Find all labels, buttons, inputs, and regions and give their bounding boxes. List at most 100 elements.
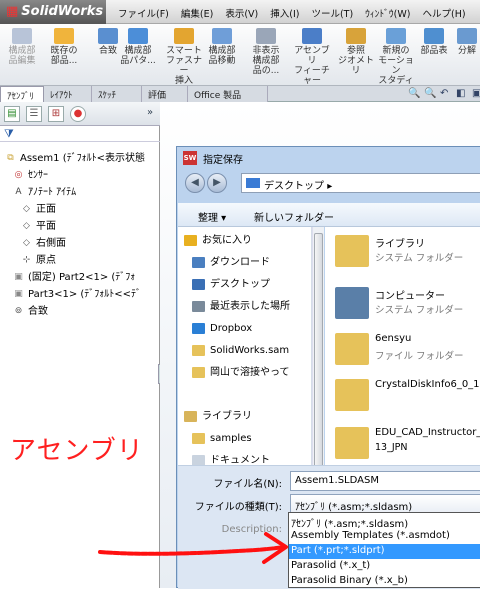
tree-item[interactable]: ⊚ 合致 — [0, 303, 160, 320]
nav-item[interactable]: ライブラリ — [178, 407, 312, 427]
folder-icon — [335, 235, 369, 267]
menu-help[interactable]: ヘルプ(H) — [416, 0, 471, 24]
menu-file[interactable]: ファイル(F) — [112, 0, 175, 24]
tree-item[interactable]: ▣ Part3<1> (ﾃﾞﾌｫﾙﾄ<<ﾃﾞ — [0, 286, 160, 303]
filetype-option[interactable]: Parasolid Binary (*.x_b) — [289, 574, 480, 589]
file-item[interactable]: CrystalDiskInfo6_0_1 — [325, 375, 480, 417]
nav-item[interactable]: 最近表示した場所 — [178, 297, 312, 317]
file-item[interactable]: EDU_CAD_Instructor_ 13_JPN — [325, 423, 480, 465]
filetype-option[interactable]: ｱｾﾝﾌﾞﾘ (*.asm;*.sldasm) — [289, 514, 480, 529]
breadcrumb-chevron-icon[interactable]: ▸ — [327, 181, 332, 192]
ribbon-button-label: 既存の 部品... — [50, 46, 78, 66]
address-text: デスクトップ — [264, 181, 324, 192]
tree-item[interactable]: ◇ 右側面 — [0, 235, 160, 252]
expand-panel-icon[interactable]: » — [142, 106, 158, 122]
command-manager: 構成部 品編集 既存の 部品... 合致 構成部 品パタ... スマート ファスナー 挿… — [0, 24, 480, 86]
tab-office[interactable]: Office 製品 — [188, 86, 268, 102]
address-bar[interactable]: デスクトップ ▸ — [241, 173, 480, 193]
menu-edit[interactable]: 編集(E) — [175, 0, 219, 24]
nav-item[interactable]: 岡山で溶接やって — [178, 363, 312, 383]
filter-icon[interactable]: ⧩ — [4, 127, 14, 141]
tree-item[interactable]: A ｱﾉﾃｰﾄ ｱｲﾃﾑ — [0, 184, 160, 201]
filetype-option[interactable]: Part (*.prt;*.sldprt) — [289, 544, 480, 559]
file-type: システム フォルダー — [375, 305, 464, 316]
file-item[interactable]: 6ensyu ファイル フォルダー — [325, 329, 480, 371]
ribbon-button-label: 構成部 品編集 — [8, 46, 36, 66]
computer-icon — [335, 287, 369, 319]
filetype-option[interactable]: Parasolid (*.x_t) — [289, 559, 480, 574]
property-manager-icon[interactable]: ☰ — [26, 106, 42, 122]
ribbon-tool-icon — [256, 28, 276, 44]
configuration-manager-icon[interactable]: ⊞ — [48, 106, 64, 122]
file-type: ファイル フォルダー — [375, 351, 464, 362]
nav-item-label: 最近表示した場所 — [210, 301, 290, 312]
red-arrow-annotation — [98, 532, 288, 564]
tab-sketch[interactable]: ｽｹｯﾁ — [92, 86, 142, 102]
folder-icon — [192, 432, 205, 444]
recent-icon — [192, 300, 205, 312]
ribbon-button-3[interactable]: 構成部 品パタ... — [118, 28, 158, 66]
file-item[interactable]: ライブラリ システム フォルダー — [325, 231, 480, 273]
ribbon-button-7[interactable]: アセンブリ フィーチャー — [290, 28, 334, 86]
file-item[interactable]: コンピューターシステム フォルダー — [325, 283, 480, 325]
nav-item[interactable]: SolidWorks.sam — [178, 341, 312, 361]
menu-bar: ファイル(F) 編集(E) 表示(V) 挿入(I) ツール(T) ｳｨﾝﾄﾞｳ(… — [112, 0, 472, 24]
tree-item[interactable]: ◇ 正面 — [0, 201, 160, 218]
filetype-option[interactable]: Assembly Templates (*.asmdot) — [289, 529, 480, 544]
nav-item[interactable]: お気に入り — [178, 231, 312, 251]
nav-item[interactable]: ダウンロード — [178, 253, 312, 273]
zoom-fit-icon[interactable]: 🔍 — [408, 88, 420, 100]
organize-button[interactable]: 整理 ▾ — [198, 209, 226, 224]
file-type: 13_JPN — [375, 442, 408, 453]
filename-input[interactable]: Assem1.SLDASM — [290, 471, 480, 491]
ribbon-button-10[interactable]: 部品表 — [414, 28, 454, 56]
scrollbar-thumb[interactable] — [314, 233, 323, 481]
file-name: CrystalDiskInfo6_0_1 — [375, 379, 480, 390]
tab-evaluate[interactable]: 評価 — [142, 86, 188, 102]
nav-item[interactable]: Dropbox — [178, 319, 312, 339]
tree-item[interactable]: ⧉ Assem1 (ﾃﾞﾌｫﾙﾄ<表示状態 — [0, 150, 160, 167]
back-button[interactable]: ◀ — [185, 173, 205, 193]
feature-tree-icon[interactable]: ▤ — [4, 106, 20, 122]
menu-view[interactable]: 表示(V) — [219, 0, 264, 24]
previous-view-icon[interactable]: ↶ — [440, 88, 452, 100]
section-view-icon[interactable]: ◧ — [456, 88, 468, 100]
ribbon-button-9[interactable]: 新規の モーション スタディ — [374, 28, 418, 86]
tab-assembly[interactable]: ｱｾﾝﾌﾞﾘ — [0, 86, 44, 102]
appearance-icon[interactable]: ● — [70, 106, 86, 122]
nav-item[interactable]: デスクトップ — [178, 275, 312, 295]
tree-item[interactable]: ▣ (固定) Part2<1> (ﾃﾞﾌｫ — [0, 269, 160, 286]
tab-layout[interactable]: ﾚｲｱｳﾄ — [44, 86, 92, 102]
ribbon-button-1[interactable]: 既存の 部品... — [44, 28, 84, 66]
zoom-area-icon[interactable]: 🔍 — [424, 88, 436, 100]
ribbon-button-8[interactable]: 参照 ジオメトリ — [334, 28, 378, 76]
navigation-scrollbar[interactable] — [312, 227, 324, 499]
nav-item-label: samples — [210, 433, 252, 444]
ribbon-tool-icon — [212, 28, 232, 44]
view-orientation-icon[interactable]: ▣ — [472, 88, 480, 100]
nav-item-label: デスクトップ — [210, 279, 270, 290]
forward-button[interactable]: ▶ — [207, 173, 227, 193]
tree-item[interactable]: ⊹ 原点 — [0, 252, 160, 269]
nav-item[interactable]: samples — [178, 429, 312, 449]
new-folder-button[interactable]: 新しいフォルダー — [254, 209, 334, 224]
menu-tools[interactable]: ツール(T) — [305, 0, 359, 24]
file-name: コンピューター — [375, 291, 445, 302]
ribbon-button-6[interactable]: 非表示 構成部 品の... — [244, 28, 288, 76]
menu-window[interactable]: ｳｨﾝﾄﾞｳ(W) — [359, 0, 416, 24]
tree-item-label: (固定) Part2<1> (ﾃﾞﾌｫ — [28, 272, 136, 283]
tree-item-label: 合致 — [28, 306, 48, 317]
tree-item[interactable]: ◎ ｾﾝｻｰ — [0, 167, 160, 184]
sensor-icon: ◎ — [14, 169, 23, 180]
menu-insert[interactable]: 挿入(I) — [264, 0, 305, 24]
ribbon-button-0[interactable]: 構成部 品編集 — [2, 28, 42, 66]
solidworks-logo-icon: ▦ — [6, 4, 19, 19]
file-name: EDU_CAD_Instructor_ — [375, 427, 480, 438]
panel-toolbar: ▤ ☰ ⊞ ● » — [0, 102, 160, 126]
tree-item[interactable]: ◇ 平面 — [0, 218, 160, 235]
ribbon-button-5[interactable]: 構成部 品移動 — [200, 28, 244, 66]
filetype-select[interactable]: ｱｾﾝﾌﾞﾘ (*.asm;*.sldasm) — [290, 494, 480, 514]
annotation-icon: A — [15, 186, 22, 197]
ribbon-button-11[interactable]: 分解 — [454, 28, 480, 56]
folder-icon — [192, 344, 205, 356]
